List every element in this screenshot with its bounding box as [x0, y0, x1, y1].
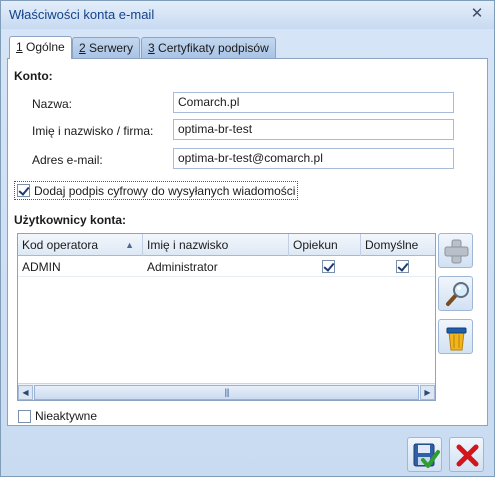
- column-domyslne[interactable]: Domyślne: [361, 234, 435, 256]
- tab-serwery[interactable]: 2 Serwery: [72, 37, 141, 58]
- inactive-label: Nieaktywne: [35, 409, 98, 423]
- cell-opiekun: [318, 257, 339, 277]
- horizontal-scrollbar[interactable]: ◀ ||| ▶: [18, 383, 435, 400]
- preview-user-button[interactable]: [438, 276, 473, 311]
- sort-ascending-icon: ▲: [125, 240, 134, 250]
- inactive-checkbox[interactable]: [18, 409, 31, 423]
- tab-serwery-label: Serwery: [85, 41, 134, 55]
- imie-label: Imię i nazwisko / firma:: [32, 124, 154, 138]
- save-button[interactable]: [407, 437, 442, 472]
- column-imie-nazwisko[interactable]: Imię i nazwisko: [143, 234, 289, 256]
- users-heading: Użytkownicy konta:: [14, 213, 127, 227]
- cancel-icon: [456, 444, 479, 467]
- save-icon: [413, 443, 440, 468]
- cell-imie: Administrator: [147, 260, 218, 274]
- signature-checkbox[interactable]: [17, 184, 30, 197]
- inactive-checkbox-row[interactable]: Nieaktywne: [18, 409, 97, 423]
- column-imie-label: Imię i nazwisko: [147, 238, 229, 252]
- scroll-thumb[interactable]: |||: [34, 385, 419, 400]
- tab-ogolne-key: 1: [16, 40, 23, 54]
- domyslne-checkbox[interactable]: [396, 260, 409, 273]
- column-kod-operatora[interactable]: Kod operatora ▲: [18, 234, 143, 256]
- nazwa-field[interactable]: Comarch.pl: [173, 92, 454, 113]
- cell-kod: ADMIN: [22, 260, 61, 274]
- nazwa-label: Nazwa:: [32, 97, 73, 111]
- column-opiekun[interactable]: Opiekun: [289, 234, 361, 256]
- imie-field[interactable]: optima-br-test: [173, 119, 454, 140]
- cell-domyslne: [392, 257, 413, 277]
- opiekun-checkbox[interactable]: [322, 260, 335, 273]
- scroll-right-icon[interactable]: ▶: [420, 385, 435, 400]
- trash-icon: [446, 327, 467, 351]
- add-user-button[interactable]: [438, 233, 473, 268]
- column-kod-label: Kod operatora: [22, 238, 99, 252]
- plus-icon: [444, 239, 469, 264]
- adres-email-field[interactable]: optima-br-test@comarch.pl: [173, 148, 454, 169]
- close-icon[interactable]: ✕: [466, 4, 488, 24]
- tab-panel-ogolne: Konto: Nazwa: Comarch.pl Imię i nazwisko…: [7, 58, 488, 426]
- scroll-left-icon[interactable]: ◀: [18, 385, 33, 400]
- magnifier-icon: [446, 282, 469, 306]
- tab-certyfikaty[interactable]: 3 Certyfikaty podpisów: [141, 37, 276, 58]
- table-row[interactable]: ADMIN Administrator: [18, 257, 435, 277]
- tab-certyfikaty-label: Certyfikaty podpisów: [154, 41, 269, 55]
- delete-user-button[interactable]: [438, 319, 473, 354]
- tab-serwery-key: 2: [79, 41, 86, 55]
- signature-label: Dodaj podpis cyfrowy do wysyłanych wiado…: [34, 183, 296, 198]
- dialog-window: Właściwości konta e-mail ✕ 1 Ogólne 2 Se…: [0, 0, 495, 477]
- tab-ogolne-label: Ogólne: [22, 40, 65, 54]
- konto-heading: Konto:: [14, 69, 53, 83]
- title-bar: Właściwości konta e-mail ✕: [1, 1, 494, 29]
- users-table: Kod operatora ▲ Imię i nazwisko Opiekun …: [17, 233, 436, 401]
- cancel-button[interactable]: [449, 437, 484, 472]
- signature-checkbox-row[interactable]: Dodaj podpis cyfrowy do wysyłanych wiado…: [14, 181, 299, 200]
- column-domyslne-label: Domyślne: [365, 238, 419, 252]
- tab-ogolne[interactable]: 1 Ogólne: [9, 36, 72, 59]
- window-title: Właściwości konta e-mail: [9, 7, 155, 22]
- column-opiekun-label: Opiekun: [293, 238, 338, 252]
- table-header: Kod operatora ▲ Imię i nazwisko Opiekun …: [18, 234, 435, 256]
- tab-certyfikaty-key: 3: [148, 41, 155, 55]
- adres-label: Adres e-mail:: [32, 153, 103, 167]
